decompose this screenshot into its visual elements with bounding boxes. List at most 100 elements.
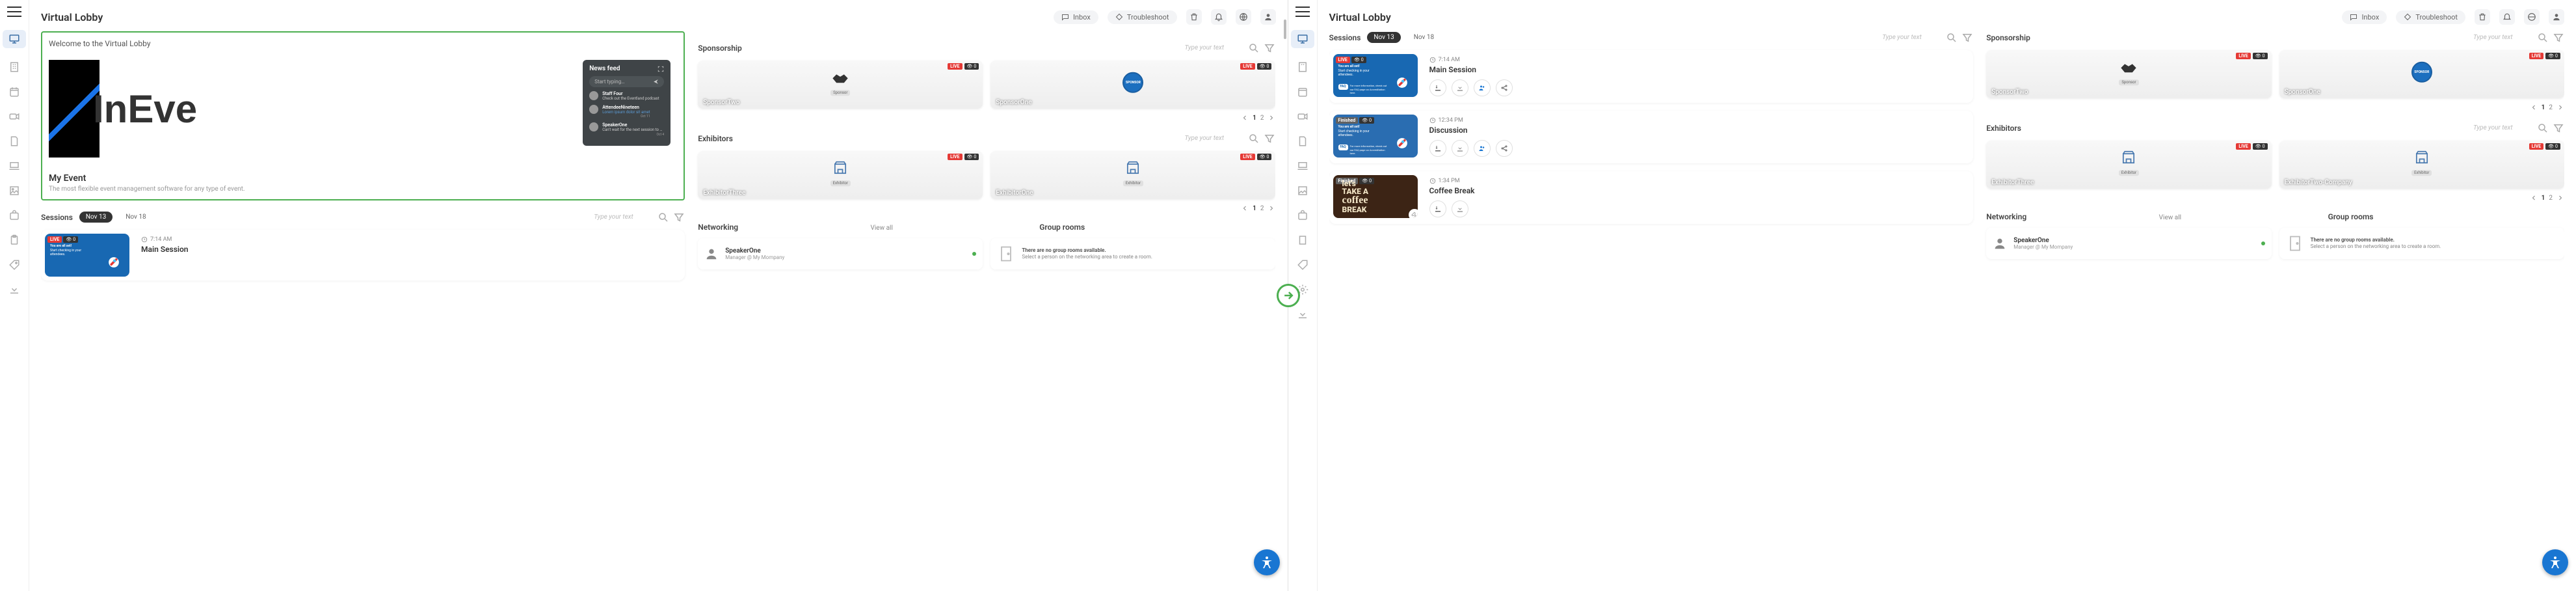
troubleshoot-button[interactable]: Troubleshoot xyxy=(2396,10,2465,24)
globe-button[interactable] xyxy=(1236,9,1251,25)
exhibitor-card[interactable]: LIVE👁 0 Exhibitor ExhibitorTwo-Company xyxy=(2279,141,2564,189)
sponsor-card[interactable]: LIVE👁 0 Sponsor SponsorTwo xyxy=(1986,50,2271,98)
date-pill[interactable]: Nov 18 xyxy=(1407,32,1441,43)
sessions-search[interactable] xyxy=(1877,31,1942,44)
bell-button[interactable] xyxy=(2499,9,2515,25)
rail-video-icon[interactable] xyxy=(1297,111,1308,122)
globe-button[interactable] xyxy=(2524,9,2540,25)
chevron-left-icon[interactable] xyxy=(2530,103,2538,111)
download-button[interactable] xyxy=(1452,200,1468,217)
networking-person-card[interactable]: SpeakerOne Manager @ My Mompany xyxy=(1986,228,2271,259)
chevron-left-icon[interactable] xyxy=(2530,194,2538,202)
accessibility-button[interactable] xyxy=(1254,549,1280,575)
chevron-left-icon[interactable] xyxy=(1241,114,1249,122)
user-button[interactable] xyxy=(2549,9,2564,25)
vote-button[interactable] xyxy=(1429,140,1446,157)
rail-clipboard-icon[interactable] xyxy=(8,234,20,246)
exhibitor-search[interactable] xyxy=(1179,132,1244,144)
sponsor-card[interactable]: LIVE👁 0 SPONSOR SponsorOne xyxy=(2279,50,2564,98)
rail-calendar-icon[interactable] xyxy=(1297,86,1308,98)
search-icon[interactable] xyxy=(2537,122,2549,134)
hamburger-icon[interactable] xyxy=(7,7,21,17)
session-card[interactable]: Finished👁 0 let'sTAKE AcoffeeBREAK 1:34 … xyxy=(1329,171,1974,224)
sponsor-search[interactable] xyxy=(2468,31,2533,44)
pin-icon[interactable] xyxy=(1409,209,1418,218)
rail-download-icon[interactable] xyxy=(8,284,20,296)
download-button[interactable] xyxy=(1452,140,1468,157)
hamburger-icon[interactable] xyxy=(1295,7,1310,17)
trash-button[interactable] xyxy=(1186,9,1202,25)
exhibitor-search[interactable] xyxy=(2468,122,2533,134)
rail-file-icon[interactable] xyxy=(1297,135,1308,147)
search-icon[interactable] xyxy=(2537,32,2549,44)
rail-clipboard-icon[interactable] xyxy=(1297,234,1308,246)
exhibitor-card[interactable]: LIVE👁 0 Exhibitor ExhibitorThree xyxy=(1986,141,2271,189)
networking-person-card[interactable]: SpeakerOne Manager @ My Mompany xyxy=(698,238,983,269)
rail-building-icon[interactable] xyxy=(1297,61,1308,73)
rail-file-icon[interactable] xyxy=(8,135,20,147)
inbox-button[interactable]: Inbox xyxy=(1054,10,1098,24)
rail-bag-icon[interactable] xyxy=(1297,210,1308,221)
date-pill[interactable]: Nov 18 xyxy=(119,212,152,223)
scrollbar[interactable] xyxy=(1284,20,1286,39)
filter-icon[interactable] xyxy=(673,212,685,223)
rail-calendar-icon[interactable] xyxy=(8,86,20,98)
rail-tag-icon[interactable] xyxy=(1297,259,1308,271)
newsfeed-item[interactable]: Staff FourCheck out the Eventland podcas… xyxy=(589,91,664,101)
exhibitor-card[interactable]: LIVE👁 0 Exhibitor ExhibitorThree xyxy=(698,151,983,199)
sponsor-card[interactable]: LIVE👁 0 SPONSOR SponsorOne xyxy=(990,61,1275,109)
chevron-right-icon[interactable] xyxy=(2556,103,2564,111)
session-card[interactable]: LIVE👁 0 You are all set!Start checking i… xyxy=(41,230,685,281)
chevron-left-icon[interactable] xyxy=(1241,204,1249,212)
vote-button[interactable] xyxy=(1429,79,1446,96)
inbox-button[interactable]: Inbox xyxy=(2342,10,2387,24)
search-icon[interactable] xyxy=(1248,42,1260,54)
rail-laptop-icon[interactable] xyxy=(1297,160,1308,172)
filter-icon[interactable] xyxy=(1264,133,1275,144)
send-icon[interactable] xyxy=(653,79,659,85)
filter-icon[interactable] xyxy=(1264,42,1275,54)
rail-bag-icon[interactable] xyxy=(8,210,20,221)
sponsor-search[interactable] xyxy=(1179,42,1244,54)
newsfeed-item[interactable]: AttendeeNineteenLorem ipsum dolor sit am… xyxy=(589,105,664,118)
date-pill[interactable]: Nov 13 xyxy=(79,212,113,223)
rail-tag-icon[interactable] xyxy=(8,259,20,271)
bell-button[interactable] xyxy=(1211,9,1227,25)
users-button[interactable] xyxy=(1474,79,1491,96)
rail-video-icon[interactable] xyxy=(8,111,20,122)
sponsor-card[interactable]: LIVE👁 0 Sponsor SponsorTwo xyxy=(698,61,983,109)
rail-building-icon[interactable] xyxy=(8,61,20,73)
expand-icon[interactable] xyxy=(657,66,664,72)
newsfeed-input[interactable]: Start typing… xyxy=(589,76,664,87)
rail-download-icon[interactable] xyxy=(1297,309,1308,320)
newsfeed-item[interactable]: SpeakerOneCan't wait for the next sessio… xyxy=(589,122,664,136)
date-pill[interactable]: Nov 13 xyxy=(1367,32,1400,43)
session-card[interactable]: LIVE👁 0 You are all set!Start checking i… xyxy=(1329,50,1974,103)
filter-icon[interactable] xyxy=(2553,32,2564,44)
filter-icon[interactable] xyxy=(1961,32,1973,44)
rail-monitor-icon[interactable] xyxy=(3,30,26,48)
session-card[interactable]: Finished👁 0 You are all set!Start checki… xyxy=(1329,111,1974,163)
rail-laptop-icon[interactable] xyxy=(8,160,20,172)
share-button[interactable] xyxy=(1496,140,1513,157)
download-button[interactable] xyxy=(1452,79,1468,96)
networking-viewall[interactable]: View all xyxy=(2159,214,2181,221)
filter-icon[interactable] xyxy=(2553,122,2564,134)
rail-image-icon[interactable] xyxy=(1297,185,1308,197)
troubleshoot-button[interactable]: Troubleshoot xyxy=(1108,10,1177,24)
search-icon[interactable] xyxy=(1946,32,1958,44)
networking-viewall[interactable]: View all xyxy=(870,225,892,232)
users-button[interactable] xyxy=(1474,140,1491,157)
vote-button[interactable] xyxy=(1429,200,1446,217)
sessions-search[interactable] xyxy=(589,211,654,223)
chevron-right-icon[interactable] xyxy=(2556,194,2564,202)
search-icon[interactable] xyxy=(1248,133,1260,144)
chevron-right-icon[interactable] xyxy=(1268,204,1275,212)
user-button[interactable] xyxy=(1260,9,1276,25)
chevron-right-icon[interactable] xyxy=(1268,114,1275,122)
share-button[interactable] xyxy=(1496,79,1513,96)
accessibility-button[interactable] xyxy=(2542,549,2568,575)
trash-button[interactable] xyxy=(2475,9,2490,25)
exhibitor-card[interactable]: LIVE👁 0 Exhibitor ExhibitorOne xyxy=(990,151,1275,199)
rail-image-icon[interactable] xyxy=(8,185,20,197)
